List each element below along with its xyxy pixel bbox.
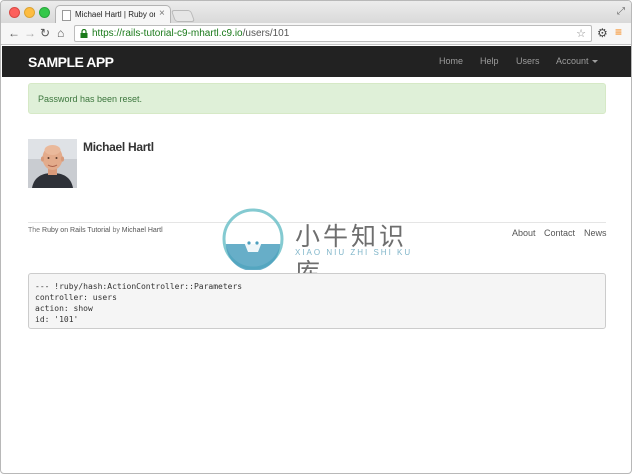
debug-line: id: '101': [35, 315, 79, 324]
debug-params-box: --- !ruby/hash:ActionController::Paramet…: [28, 273, 606, 329]
app-logo[interactable]: SAMPLE APP: [28, 54, 114, 70]
footer-news-link[interactable]: News: [584, 228, 607, 238]
back-arrow-icon[interactable]: ←: [8, 26, 20, 40]
extensions-gear-icon[interactable]: ⚙: [597, 26, 608, 40]
forward-arrow-icon[interactable]: →: [24, 26, 36, 40]
address-bar[interactable]: https://rails-tutorial-c9-mhartl.c9.io/u…: [74, 25, 592, 42]
new-tab-button[interactable]: [170, 10, 196, 22]
debug-line: --- !ruby/hash:ActionController::Paramet…: [35, 282, 243, 291]
nav-account-label: Account: [556, 56, 589, 66]
footer-prefix: The: [28, 227, 43, 234]
page-favicon-icon: [62, 10, 71, 21]
title-bar: Michael Hartl | Ruby on Rails × ⤢: [1, 1, 631, 24]
zoom-window-button[interactable]: [39, 7, 50, 18]
nav-help-link[interactable]: Help: [480, 56, 499, 66]
footer-middle: by: [110, 227, 122, 234]
debug-line: action: show: [35, 304, 93, 313]
alert-message: Password has been reset.: [38, 94, 143, 104]
tab-title: Michael Hartl | Ruby on Rails: [75, 10, 155, 19]
close-window-button[interactable]: [9, 7, 20, 18]
avatar-photo: [28, 139, 77, 188]
browser-window: Michael Hartl | Ruby on Rails × ⤢ ← → ↻ …: [0, 0, 632, 474]
footer-about-link[interactable]: About: [512, 228, 536, 238]
fullscreen-icon[interactable]: ⤢: [617, 6, 625, 17]
url-host: https://rails-tutorial-c9-mhartl.c9.io: [92, 28, 243, 39]
nav-users-link[interactable]: Users: [516, 56, 540, 66]
reload-icon[interactable]: ↻: [40, 26, 50, 40]
tab-close-icon[interactable]: ×: [159, 8, 165, 19]
home-icon[interactable]: ⌂: [57, 26, 64, 40]
watermark: 小牛知识库 XIAO NIU ZHI SHI KU: [222, 208, 413, 287]
caret-down-icon: [591, 60, 598, 64]
app-navbar: SAMPLE APP Home Help Users Account: [2, 46, 631, 77]
footer-contact-link[interactable]: Contact: [544, 228, 575, 238]
minimize-window-button[interactable]: [24, 7, 35, 18]
browser-toolbar: ← → ↻ ⌂ https://rails-tutorial-c9-mhartl…: [1, 23, 631, 45]
lock-icon: [80, 29, 88, 38]
footer-credit: The Ruby on Rails Tutorial by Michael Ha…: [28, 227, 163, 234]
user-avatar: [28, 139, 77, 188]
bookmark-star-icon[interactable]: ☆: [576, 27, 586, 40]
browser-menu-icon[interactable]: ≡: [615, 25, 622, 39]
nav-account-dropdown[interactable]: Account: [556, 56, 598, 66]
watermark-subtitle: XIAO NIU ZHI SHI KU: [295, 248, 413, 257]
footer-tutorial-link[interactable]: Ruby on Rails Tutorial: [42, 227, 110, 234]
url-path: /users/101: [242, 28, 290, 39]
footer-author-link[interactable]: Michael Hartl: [122, 227, 163, 234]
profile-name: Michael Hartl: [83, 140, 154, 154]
url-text: https://rails-tutorial-c9-mhartl.c9.io/u…: [92, 28, 289, 39]
debug-line: controller: users: [35, 293, 117, 302]
browser-tab[interactable]: Michael Hartl | Ruby on Rails ×: [55, 5, 171, 24]
nav-home-link[interactable]: Home: [439, 56, 463, 66]
success-alert: Password has been reset.: [28, 83, 606, 114]
watermark-bull-logo-icon: [222, 208, 284, 271]
